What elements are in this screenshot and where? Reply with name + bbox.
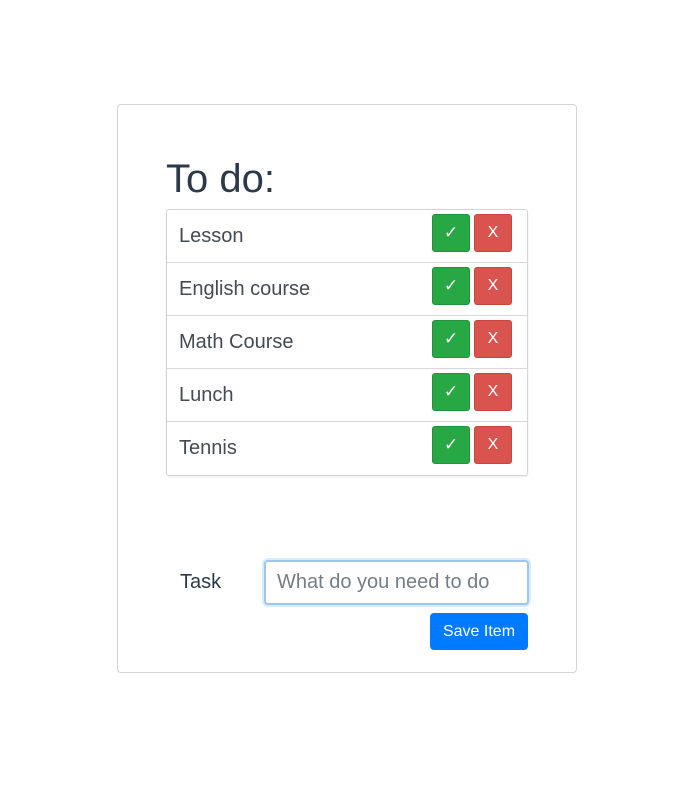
- close-icon: X: [487, 224, 499, 241]
- complete-button[interactable]: ✓: [432, 373, 470, 411]
- todo-list: Lesson ✓ X English course ✓ X Math Cours…: [166, 209, 528, 476]
- complete-button[interactable]: ✓: [432, 214, 470, 252]
- list-item: Math Course ✓ X: [167, 316, 527, 369]
- checkmark-icon: ✓: [443, 435, 459, 454]
- checkmark-icon: ✓: [443, 329, 459, 348]
- checkmark-icon: ✓: [443, 382, 459, 401]
- list-item: Lunch ✓ X: [167, 369, 527, 422]
- task-label: Task: [180, 571, 222, 593]
- delete-button[interactable]: X: [474, 267, 512, 305]
- close-icon: X: [487, 277, 499, 294]
- task-input[interactable]: [264, 560, 529, 605]
- page-title: To do:: [166, 157, 275, 201]
- list-item: Tennis ✓ X: [167, 422, 527, 475]
- item-label: Lunch: [179, 384, 234, 406]
- delete-button[interactable]: X: [474, 426, 512, 464]
- list-item: Lesson ✓ X: [167, 210, 527, 263]
- item-label: English course: [179, 278, 311, 300]
- item-label: Lesson: [179, 225, 244, 247]
- complete-button[interactable]: ✓: [432, 320, 470, 358]
- complete-button[interactable]: ✓: [432, 267, 470, 305]
- todo-card: To do: Lesson ✓ X English course ✓ X Mat…: [117, 104, 577, 673]
- checkmark-icon: ✓: [443, 223, 459, 242]
- delete-button[interactable]: X: [474, 214, 512, 252]
- close-icon: X: [487, 383, 499, 400]
- list-item: English course ✓ X: [167, 263, 527, 316]
- item-label: Tennis: [179, 437, 237, 459]
- delete-button[interactable]: X: [474, 320, 512, 358]
- item-label: Math Course: [179, 331, 294, 353]
- close-icon: X: [487, 330, 499, 347]
- delete-button[interactable]: X: [474, 373, 512, 411]
- save-item-button[interactable]: Save Item: [430, 613, 528, 650]
- complete-button[interactable]: ✓: [432, 426, 470, 464]
- close-icon: X: [487, 436, 499, 453]
- checkmark-icon: ✓: [443, 276, 459, 295]
